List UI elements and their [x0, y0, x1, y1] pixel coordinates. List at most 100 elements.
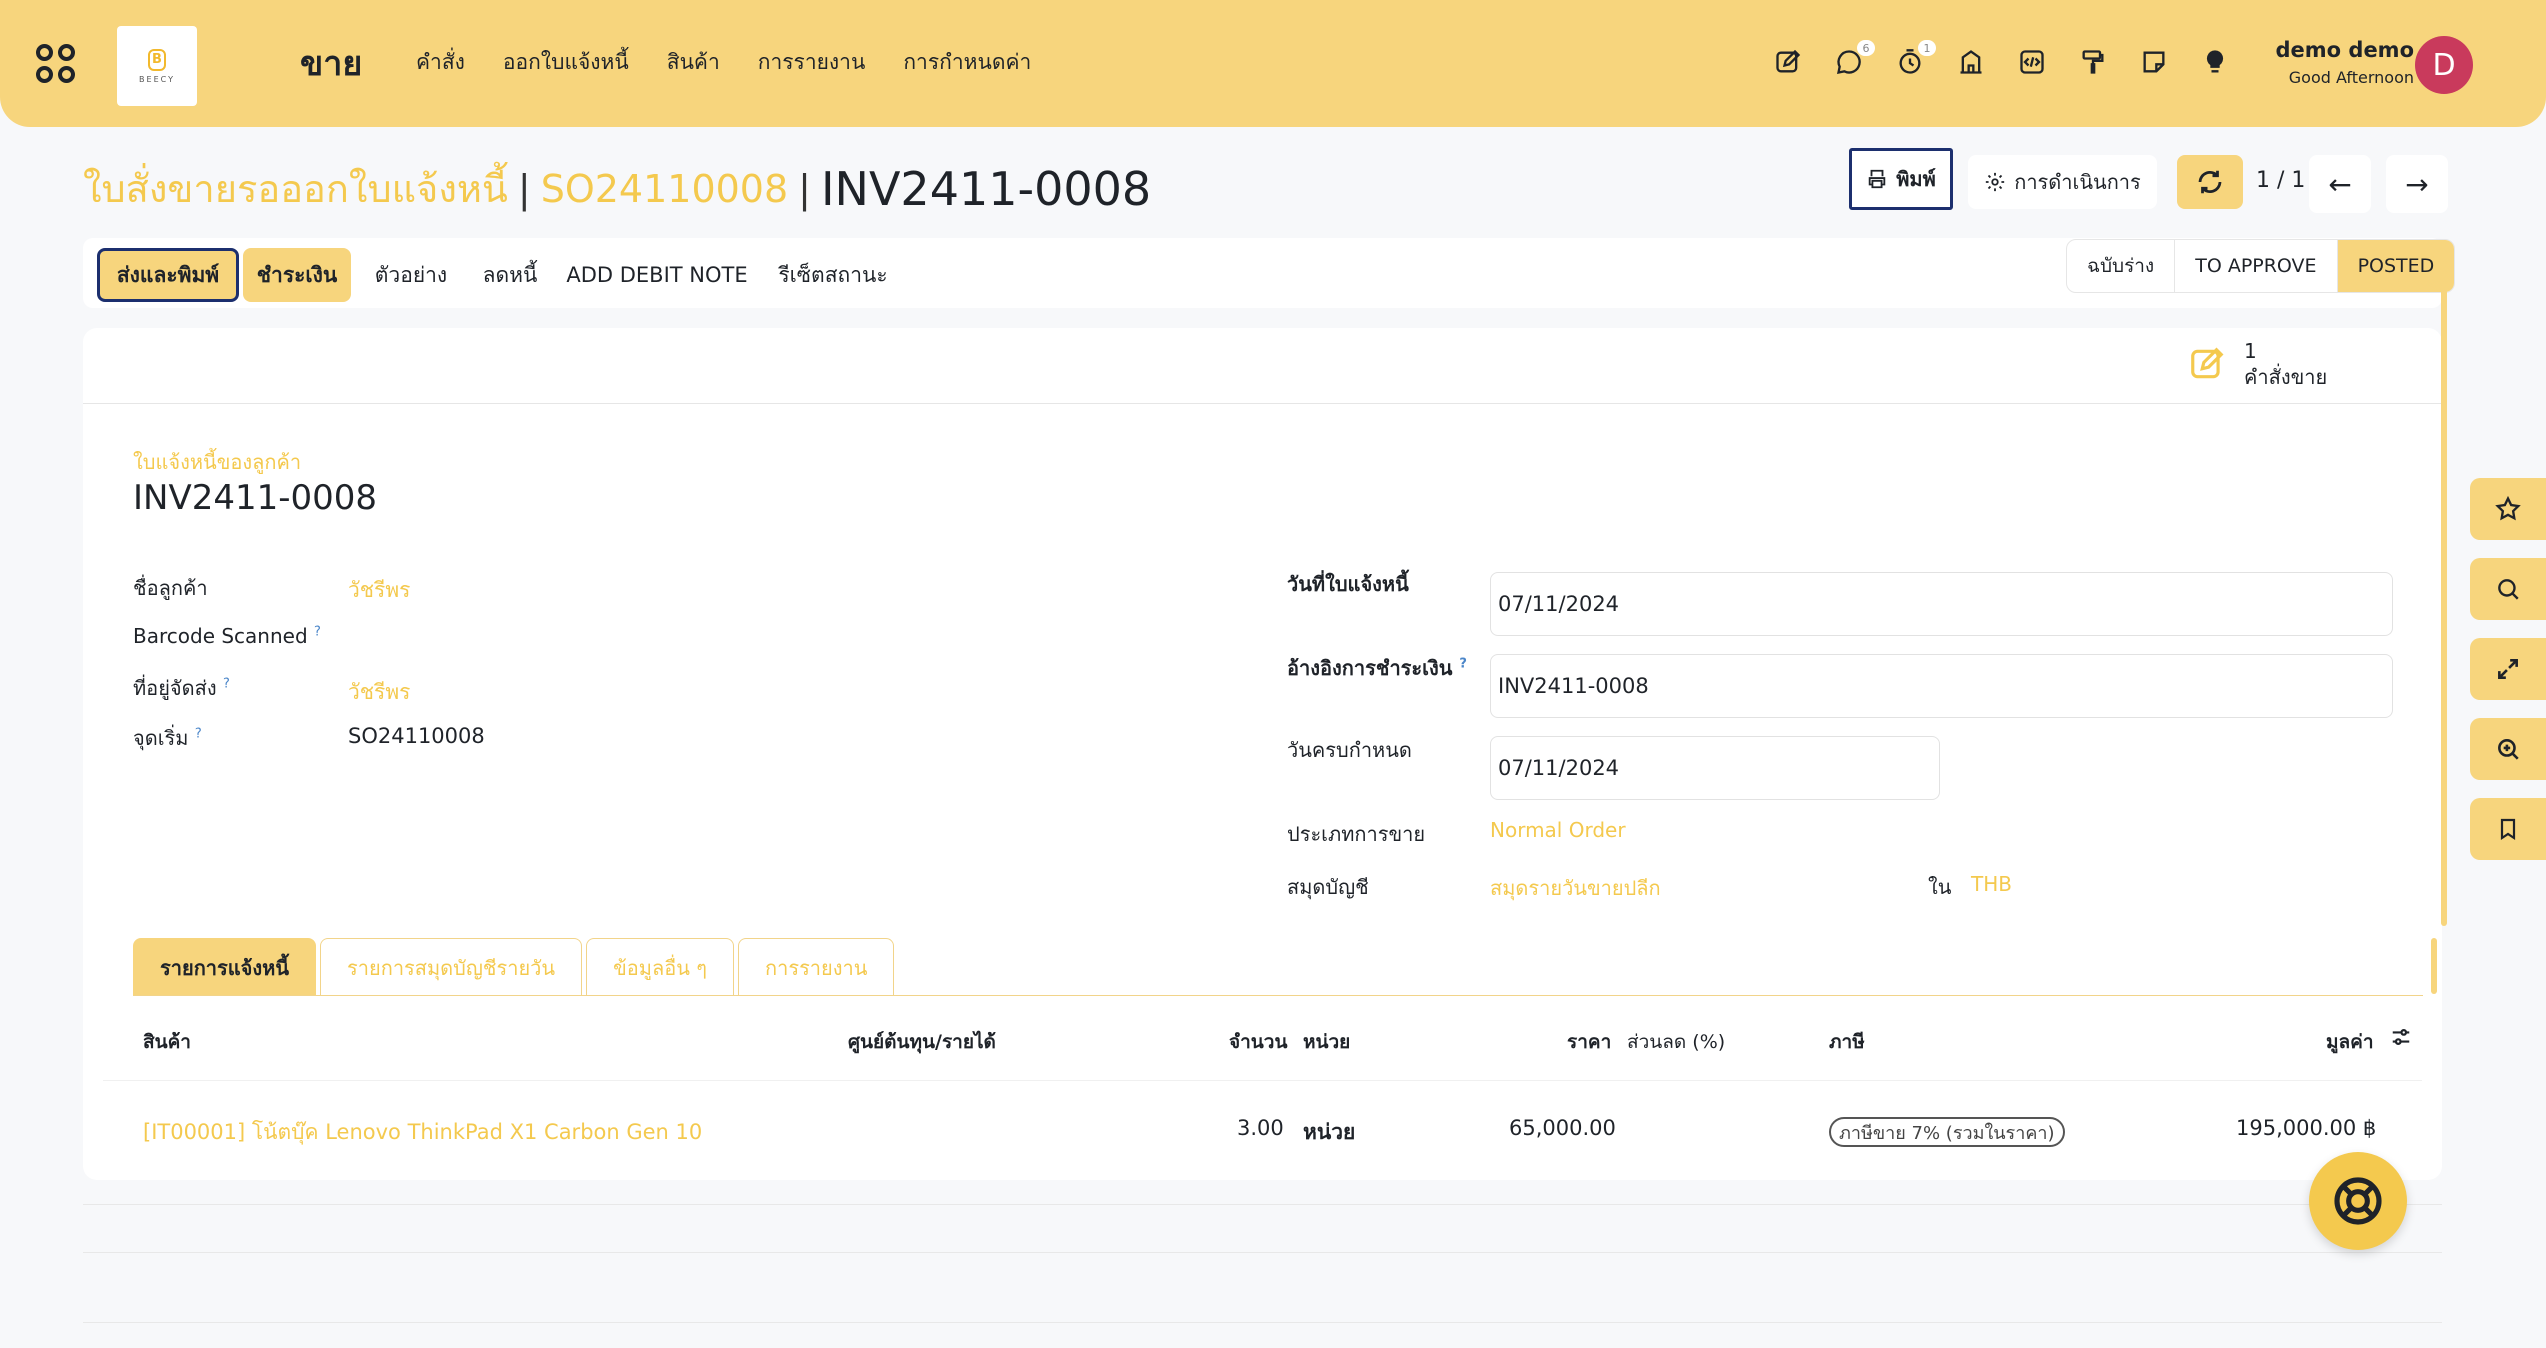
divider	[83, 1322, 2442, 1323]
smart-button-row: 1 คำสั่งขาย	[83, 328, 2442, 404]
row-price[interactable]: 65,000.00	[1509, 1116, 1616, 1140]
column-product[interactable]: สินค้า	[143, 1027, 191, 1057]
due-date-input[interactable]: 07/11/2024	[1490, 736, 1940, 800]
edit-icon[interactable]	[1772, 46, 1804, 78]
delivery-address-field[interactable]: วัชรีพร	[348, 676, 410, 709]
menu-products[interactable]: สินค้า	[667, 46, 720, 79]
row-amount: 195,000.00 ฿	[2236, 1116, 2377, 1140]
column-uom[interactable]: หน่วย	[1303, 1027, 1350, 1057]
tab-scroll-accent	[2431, 938, 2437, 994]
form-scrollbar[interactable]	[2441, 240, 2447, 926]
star-icon	[2495, 495, 2521, 521]
print-button[interactable]: พิมพ์	[1849, 148, 1953, 210]
column-tax[interactable]: ภาษี	[1829, 1027, 1865, 1057]
expand-icon	[2498, 659, 2518, 679]
greeting: Good Afternoon	[2288, 68, 2414, 87]
reset-status-button[interactable]: รีเซ็ตสถานะ	[763, 248, 903, 302]
sticky-note-icon[interactable]	[2138, 46, 2170, 78]
divider	[83, 1204, 2442, 1205]
avatar[interactable]: D	[2415, 36, 2473, 94]
printer-icon	[1868, 169, 1886, 189]
user-name: demo demo	[2275, 38, 2414, 62]
help-icon[interactable]: ?	[195, 726, 202, 741]
bookmark-button[interactable]	[2470, 798, 2546, 860]
status-posted[interactable]: POSTED	[2337, 240, 2455, 292]
currency-field[interactable]: THB	[1971, 872, 2012, 896]
origin-field: SO24110008	[348, 724, 485, 748]
paint-roller-icon[interactable]	[2077, 46, 2109, 78]
column-cost-center[interactable]: ศูนย์ต้นทุน/รายได้	[848, 1027, 996, 1057]
help-icon[interactable]: ?	[314, 624, 321, 639]
arrow-left-icon: ←	[2328, 167, 2352, 201]
delivery-address-label: ที่อยู่จัดส่ง ?	[133, 672, 230, 704]
column-settings-icon[interactable]	[2390, 1026, 2412, 1053]
sale-orders-smart-button[interactable]: 1 คำสั่งขาย	[2188, 338, 2327, 390]
send-and-print-button[interactable]: ส่งและพิมพ์	[97, 248, 239, 302]
breadcrumb-order[interactable]: SO24110008	[541, 167, 788, 211]
column-discount[interactable]: ส่วนลด (%)	[1627, 1027, 1725, 1057]
bookmark-icon	[2500, 818, 2516, 841]
menu-invoicing[interactable]: ออกใบแจ้งหนี้	[503, 46, 629, 79]
table-header-divider	[103, 1080, 2422, 1081]
add-debit-note-button[interactable]: ADD DEBIT NOTE	[563, 248, 751, 302]
row-quantity[interactable]: 3.00	[1237, 1116, 1284, 1140]
edit-icon	[2191, 347, 2224, 379]
tab-invoice-lines[interactable]: รายการแจ้งหนี้	[133, 938, 317, 996]
row-tax-tag[interactable]: ภาษีขาย 7% (รวมในราคา)	[1829, 1117, 2065, 1147]
code-icon[interactable]	[2016, 46, 2048, 78]
activity-clock-icon[interactable]: 1	[1894, 40, 1936, 78]
column-amount[interactable]: มูลค่า	[2326, 1027, 2374, 1057]
app-title[interactable]: ขาย	[300, 36, 362, 90]
column-quantity[interactable]: จำนวน	[1229, 1027, 1287, 1057]
form-sheet: 1 คำสั่งขาย ใบแจ้งหนี้ของลูกค้า INV2411-…	[83, 328, 2442, 1180]
lifebuoy-icon	[2334, 1177, 2382, 1225]
favorite-star-button[interactable]	[2470, 478, 2546, 540]
help-icon[interactable]: ?	[1459, 656, 1467, 671]
expand-button[interactable]	[2470, 638, 2546, 700]
chat-badge: 6	[1857, 40, 1875, 56]
tab-reporting[interactable]: การรายงาน	[737, 938, 895, 996]
breadcrumb: ใบสั่งขายรอออกใบแจ้งหนี้ | SO24110008 | …	[83, 158, 1151, 219]
activity-badge: 1	[1918, 40, 1936, 56]
user-menu[interactable]: demo demo Good Afternoon	[2276, 38, 2414, 87]
origin-label: จุดเริ่ม ?	[133, 722, 202, 754]
tab-other-info[interactable]: ข้อมูลอื่น ๆ	[586, 938, 734, 996]
tab-journal-items[interactable]: รายการสมุดบัญชีรายวัน	[320, 938, 583, 996]
status-draft[interactable]: ฉบับร่าง	[2067, 240, 2176, 292]
payment-reference-input[interactable]: INV2411-0008	[1490, 654, 2393, 718]
customer-field[interactable]: วัชรีพร	[348, 574, 410, 607]
company-building-icon[interactable]	[1955, 46, 1987, 78]
refresh-button[interactable]	[2177, 155, 2243, 209]
status-to-approve[interactable]: TO APPROVE	[2175, 240, 2338, 292]
menu-reporting[interactable]: การรายงาน	[758, 46, 866, 79]
sale-type-field[interactable]: Normal Order	[1490, 818, 1626, 842]
menu-orders[interactable]: คำสั่ง	[416, 46, 465, 79]
credit-note-button[interactable]: ลดหนี้	[469, 248, 551, 302]
next-record-button[interactable]: →	[2386, 155, 2448, 213]
preview-button[interactable]: ตัวอย่าง	[365, 248, 457, 302]
pager-value[interactable]: 1 / 1	[2256, 168, 2305, 193]
journal-field[interactable]: สมุดรายวันขายปลีก	[1490, 872, 1661, 904]
previous-record-button[interactable]: ←	[2309, 155, 2371, 213]
chat-icon[interactable]: 6	[1833, 40, 1875, 78]
company-logo[interactable]: B BEECY	[117, 26, 197, 106]
column-price[interactable]: ราคา	[1567, 1027, 1611, 1057]
apps-menu-icon[interactable]	[36, 44, 78, 86]
breadcrumb-parent[interactable]: ใบสั่งขายรอออกใบแจ้งหนี้	[83, 158, 508, 219]
menu-configuration[interactable]: การกำหนดค่า	[903, 46, 1031, 79]
register-payment-button[interactable]: ชำระเงิน	[243, 248, 351, 302]
help-lifebuoy-button[interactable]	[2309, 1152, 2407, 1250]
row-uom[interactable]: หน่วย	[1303, 1116, 1355, 1149]
help-icon[interactable]: ?	[223, 676, 230, 691]
arrow-right-icon: →	[2405, 167, 2429, 201]
breadcrumb-separator: |	[517, 166, 531, 211]
search-button[interactable]	[2470, 558, 2546, 620]
row-product[interactable]: [IT00001] โน้ตบุ๊ค Lenovo ThinkPad X1 Ca…	[143, 1116, 702, 1149]
zoom-button[interactable]	[2470, 718, 2546, 780]
action-menu-button[interactable]: การดำเนินการ	[1968, 155, 2157, 209]
smart-button-label: คำสั่งขาย	[2244, 365, 2328, 389]
lightbulb-icon[interactable]	[2199, 46, 2231, 78]
document-type-label: ใบแจ้งหนี้ของลูกค้า	[133, 450, 302, 474]
logo-mark: B	[148, 48, 166, 71]
invoice-date-input[interactable]: 07/11/2024	[1490, 572, 2393, 636]
